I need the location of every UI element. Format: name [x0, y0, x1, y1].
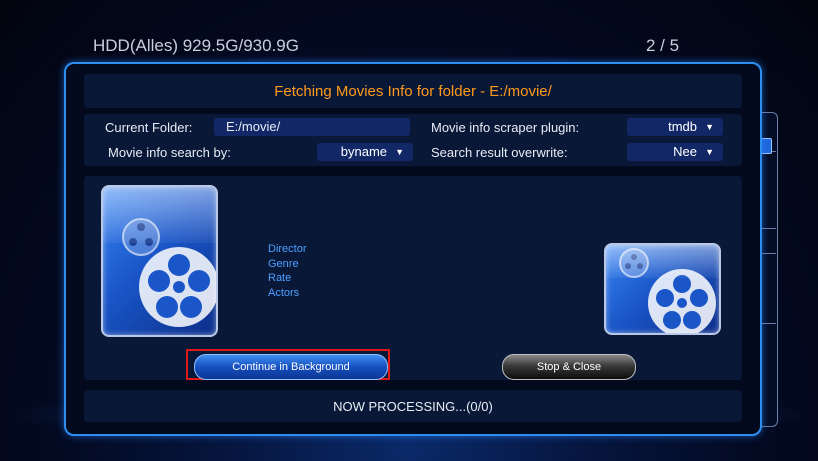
- continue-in-background-button[interactable]: Continue in Background: [194, 354, 388, 380]
- movie-info-panel: Director Genre Rate Actors Continue in B…: [84, 176, 742, 380]
- page-indicator: 2 / 5: [646, 36, 680, 55]
- background-panel-divider: [760, 323, 776, 324]
- current-folder-label: Current Folder:: [105, 120, 193, 135]
- overwrite-label: Search result overwrite:: [431, 145, 568, 160]
- storage-info: HDD(Alles) 929.5G/930.9G: [93, 36, 299, 55]
- search-by-dropdown[interactable]: byname ▼: [317, 143, 413, 161]
- director-label: Director: [268, 243, 307, 255]
- chevron-down-icon: ▼: [705, 122, 714, 132]
- rate-label: Rate: [268, 272, 292, 284]
- chevron-down-icon: ▼: [705, 147, 714, 157]
- overwrite-dropdown[interactable]: Nee ▼: [627, 143, 723, 161]
- genre-label: Genre: [268, 257, 299, 270]
- actors-label: Actors: [268, 286, 300, 299]
- screen-background: HDD(Alles) 929.5G/930.9G 2 / 5 Fetching …: [0, 0, 818, 461]
- overwrite-value: Nee: [673, 144, 697, 159]
- background-panel-divider: [760, 228, 776, 229]
- movie-poster-large: [101, 185, 218, 337]
- scraper-plugin-dropdown[interactable]: tmdb ▼: [627, 118, 723, 136]
- chevron-down-icon: ▼: [395, 147, 404, 157]
- current-folder-field[interactable]: E:/movie/: [214, 118, 410, 136]
- movie-info-fields: Director Genre Rate Actors: [268, 242, 307, 300]
- movie-poster-small: [604, 243, 721, 335]
- stop-and-close-button[interactable]: Stop & Close: [502, 354, 636, 380]
- dialog-title: Fetching Movies Info for folder - E:/mov…: [84, 74, 742, 108]
- scraper-plugin-value: tmdb: [668, 119, 697, 134]
- search-by-label: Movie info search by:: [108, 145, 231, 160]
- search-by-value: byname: [340, 144, 387, 159]
- background-panel-divider: [760, 253, 776, 254]
- scraper-plugin-label: Movie info scraper plugin:: [431, 120, 580, 135]
- poster-shine: [103, 187, 216, 244]
- settings-panel: Current Folder: E:/movie/ Movie info sea…: [84, 114, 742, 166]
- status-bar: NOW PROCESSING...(0/0): [84, 390, 742, 422]
- poster-shine: [606, 245, 719, 279]
- fetch-movies-dialog: Fetching Movies Info for folder - E:/mov…: [64, 62, 762, 436]
